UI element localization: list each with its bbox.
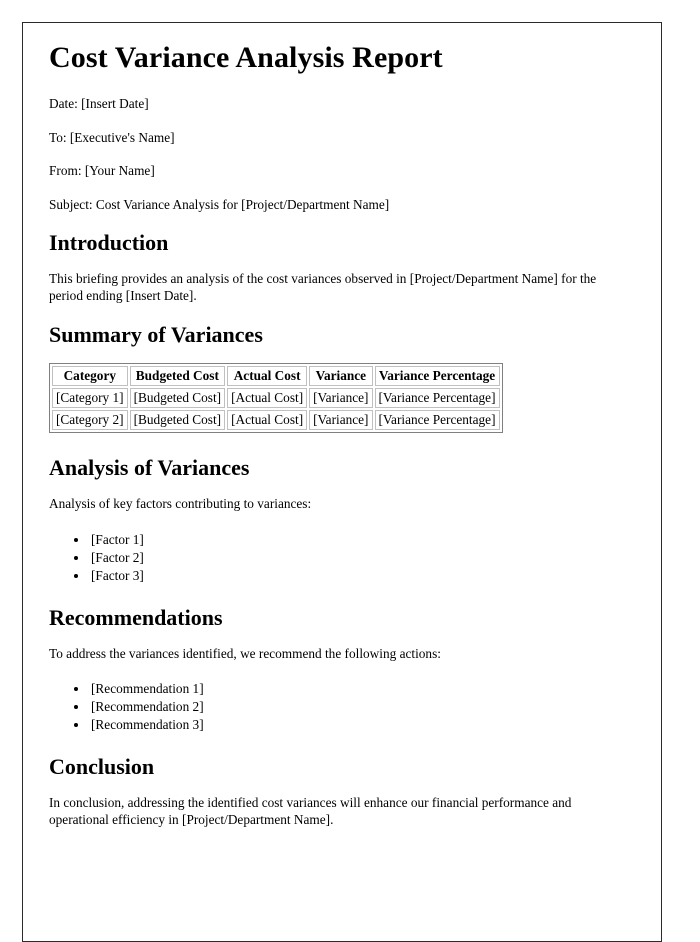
cell-variance: [Variance] [309, 388, 373, 408]
page-title: Cost Variance Analysis Report [49, 41, 443, 74]
list-item: [Factor 3] [89, 567, 619, 585]
cell-variance: [Variance] [309, 410, 373, 430]
section-summary-of-variances: Summary of Variances Category Budgeted C… [49, 322, 619, 433]
meta-line-from: From: [Your Name] [49, 163, 155, 178]
heading-recommendations: Recommendations [49, 604, 223, 630]
heading-conclusion: Conclusion [49, 754, 155, 779]
section-analysis-of-variances: Analysis of Variances Analysis of key fa… [49, 455, 619, 585]
list-item: [Recommendation 2] [89, 698, 619, 716]
column-header-variance: Variance [309, 366, 373, 386]
meta-line-to: To: [Executive's Name] [49, 129, 175, 145]
table-row: [Category 1] [Budgeted Cost] [Actual Cos… [52, 388, 500, 408]
introduction-paragraph: This briefing provides an analysis of th… [49, 271, 597, 303]
analysis-factor-list: [Factor 1] [Factor 2] [Factor 3] [49, 531, 619, 585]
list-item: [Factor 2] [89, 549, 619, 567]
list-item: [Factor 1] [89, 531, 619, 549]
cell-category: [Category 1] [52, 388, 128, 408]
heading-introduction: Introduction [49, 230, 169, 255]
table-header: Category Budgeted Cost Actual Cost Varia… [52, 366, 500, 386]
cell-variance-percentage: [Variance Percentage] [374, 388, 500, 408]
variance-summary-table: Category Budgeted Cost Actual Cost Varia… [49, 363, 503, 433]
analysis-paragraph: Analysis of key factors contributing to … [49, 496, 312, 512]
document-body: Cost Variance Analysis Report Date: [Ins… [49, 41, 619, 828]
cell-budgeted-cost: [Budgeted Cost] [129, 410, 226, 430]
section-introduction: Introduction This briefing provides an a… [49, 230, 619, 304]
heading-summary-of-variances: Summary of Variances [49, 321, 263, 347]
table-row: [Category 2] [Budgeted Cost] [Actual Cos… [52, 410, 500, 430]
list-item: [Recommendation 1] [89, 680, 619, 698]
meta-line-date: Date: [Insert Date] [49, 96, 149, 111]
recommendation-list: [Recommendation 1] [Recommendation 2] [R… [49, 680, 619, 734]
document-page: Cost Variance Analysis Report Date: [Ins… [22, 22, 662, 942]
column-header-category: Category [52, 366, 128, 386]
column-header-actual-cost: Actual Cost [227, 366, 308, 386]
cell-category: [Category 2] [52, 410, 128, 430]
document-metadata: Date: [Insert Date] To: [Executive's Nam… [49, 96, 619, 213]
meta-line-subject: Subject: Cost Variance Analysis for [Pro… [49, 196, 390, 212]
cell-actual-cost: [Actual Cost] [227, 388, 308, 408]
table-body: [Category 1] [Budgeted Cost] [Actual Cos… [52, 388, 500, 430]
column-header-variance-percentage: Variance Percentage [374, 366, 500, 386]
list-item: [Recommendation 3] [89, 716, 619, 734]
recommendations-paragraph: To address the variances identified, we … [49, 645, 441, 661]
table-header-row: Category Budgeted Cost Actual Cost Varia… [52, 366, 500, 386]
conclusion-paragraph: In conclusion, addressing the identified… [49, 795, 572, 827]
cell-budgeted-cost: [Budgeted Cost] [129, 388, 226, 408]
cell-variance-percentage: [Variance Percentage] [374, 410, 500, 430]
heading-analysis-of-variances: Analysis of Variances [49, 455, 250, 480]
section-conclusion: Conclusion In conclusion, addressing the… [49, 754, 619, 828]
section-recommendations: Recommendations To address the variances… [49, 605, 619, 735]
column-header-budgeted-cost: Budgeted Cost [129, 366, 226, 386]
cell-actual-cost: [Actual Cost] [227, 410, 308, 430]
